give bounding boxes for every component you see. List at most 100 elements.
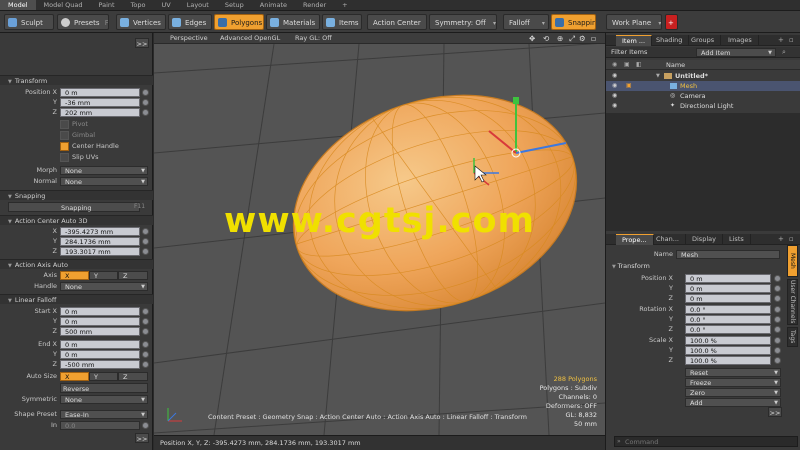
presets-button[interactable]: Presets F6 <box>57 14 109 30</box>
list-item[interactable]: ◉ ▼ Untitled* <box>606 71 800 81</box>
panel-menu-icon[interactable]: ▫ <box>789 35 794 46</box>
tab-images[interactable]: Images <box>722 35 759 46</box>
list-item[interactable]: ◉ ✦ Directional Light <box>606 101 800 111</box>
tab-layout[interactable]: Layout <box>179 0 217 10</box>
position-y-knob[interactable] <box>142 99 149 106</box>
axis-x-button[interactable]: X <box>60 271 89 280</box>
item-rotation-y-field[interactable]: 0.0 ° <box>685 315 771 324</box>
tab-uv[interactable]: UV <box>154 0 179 10</box>
scale-x-knob[interactable] <box>774 337 781 344</box>
work-plane-dropdown[interactable]: Work Plane ▾ <box>606 14 662 30</box>
tab-display[interactable]: Display <box>686 234 723 245</box>
tab-animate[interactable]: Animate <box>252 0 295 10</box>
add-layout-button[interactable]: + <box>665 14 678 30</box>
ray-gl-toggle[interactable]: Ray GL: Off <box>295 33 332 44</box>
transform-section-header[interactable]: ▼ Transform <box>612 262 650 270</box>
list-item[interactable]: ◉ ◎ Camera <box>606 91 800 101</box>
visibility-eye-icon[interactable]: ◉ <box>612 92 620 100</box>
visibility-eye-icon[interactable]: ◉ <box>612 102 620 110</box>
sculpt-button[interactable]: Sculpt <box>4 14 54 30</box>
tab-shading[interactable]: Shading <box>650 35 690 46</box>
end-z-field[interactable]: -500 mm <box>60 360 140 369</box>
end-y-knob[interactable] <box>142 351 149 358</box>
auto-size-x-button[interactable]: X <box>60 372 89 381</box>
item-scale-z-field[interactable]: 100.0 % <box>685 356 771 365</box>
symmetry-dropdown[interactable]: Symmetry: Off ▾ <box>429 14 497 30</box>
end-x-knob[interactable] <box>142 341 149 348</box>
symmetric-select[interactable]: None ▼ <box>60 395 148 404</box>
visibility-column-icon[interactable]: ◉ <box>612 61 617 68</box>
polygons-button[interactable]: Polygons <box>214 14 264 30</box>
tab-lists[interactable]: Lists <box>723 234 751 245</box>
ac-x-knob[interactable] <box>142 228 149 235</box>
in-knob[interactable] <box>142 422 149 429</box>
move-view-icon[interactable]: ✥ <box>529 33 535 44</box>
linear-falloff-section-header[interactable]: ▼ Linear Falloff <box>0 294 153 304</box>
rotate-view-icon[interactable]: ⟲ <box>543 33 549 44</box>
snapping-button[interactable]: Snapping <box>551 14 596 30</box>
tab-render[interactable]: Render <box>295 0 334 10</box>
add-tab-button[interactable]: + <box>334 0 355 10</box>
tab-add-icon[interactable]: + <box>778 35 784 46</box>
gizmo-y-handle[interactable] <box>513 97 519 104</box>
position-z-knob[interactable] <box>142 109 149 116</box>
start-y-field[interactable]: 0 m <box>60 317 140 326</box>
snapping-toggle-button[interactable]: Snapping <box>8 202 140 212</box>
panel-menu-icon[interactable]: ▫ <box>789 234 794 245</box>
end-y-field[interactable]: 0 m <box>60 350 140 359</box>
add-menu[interactable]: Add ▼ <box>685 398 781 407</box>
edges-button[interactable]: Edges <box>168 14 212 30</box>
gear-icon[interactable]: ⚙ <box>579 33 586 44</box>
item-position-x-field[interactable]: 0 m <box>685 274 771 283</box>
start-z-field[interactable]: 500 mm <box>60 327 140 336</box>
end-x-field[interactable]: 0 m <box>60 340 140 349</box>
start-x-field[interactable]: 0 m <box>60 307 140 316</box>
filter-items-label[interactable]: Filter Items <box>611 47 647 58</box>
command-input[interactable] <box>625 437 795 446</box>
tab-model[interactable]: Model <box>0 0 36 10</box>
lock-column-icon[interactable]: ▣ <box>624 61 630 68</box>
auto-size-y-button[interactable]: Y <box>89 372 118 381</box>
bottom-expand-button[interactable]: >> <box>135 433 149 443</box>
lock-icon[interactable]: ▣ <box>626 81 632 91</box>
collapse-triangle-icon[interactable]: ▼ <box>656 71 660 81</box>
side-tab-mesh[interactable]: Mesh <box>787 245 798 277</box>
properties-expand-button[interactable]: >> <box>768 407 782 417</box>
pos-z-knob[interactable] <box>774 295 781 302</box>
falloff-dropdown[interactable]: Falloff ▾ <box>503 14 549 30</box>
item-name-field[interactable]: Mesh <box>676 250 780 259</box>
rot-z-knob[interactable] <box>774 326 781 333</box>
add-item-dropdown[interactable]: Add Item ▼ <box>696 48 776 57</box>
search-icon[interactable]: ⌕ <box>782 47 786 58</box>
gimbal-checkbox[interactable] <box>60 131 69 140</box>
list-item[interactable]: ◉ ▣ Mesh <box>606 81 800 91</box>
normal-select[interactable]: None ▼ <box>60 177 148 186</box>
side-tab-user-channels[interactable]: User Channels <box>787 279 798 325</box>
in-field[interactable]: 0.0 <box>60 421 140 430</box>
position-z-field[interactable]: 202 mm <box>60 108 140 117</box>
maximize-icon[interactable]: ▫ <box>591 33 596 44</box>
tab-item-list[interactable]: Item ... <box>616 35 653 46</box>
ac-y-knob[interactable] <box>142 238 149 245</box>
zero-menu[interactable]: Zero ▼ <box>685 388 781 397</box>
item-rotation-x-field[interactable]: 0.0 ° <box>685 305 771 314</box>
fit-view-icon[interactable]: ⤢ <box>569 33 575 44</box>
visibility-eye-icon[interactable]: ◉ <box>612 72 620 80</box>
start-y-knob[interactable] <box>142 318 149 325</box>
tab-channels[interactable]: Chan... <box>650 234 686 245</box>
name-column-header[interactable]: Name <box>666 60 685 70</box>
type-column-icon[interactable]: ◧ <box>636 61 642 68</box>
item-position-y-field[interactable]: 0 m <box>685 284 771 293</box>
ac-z-field[interactable]: 193.3017 mm <box>60 247 140 256</box>
rot-y-knob[interactable] <box>774 316 781 323</box>
reset-menu[interactable]: Reset ▼ <box>685 368 781 377</box>
view-type-menu[interactable]: Perspective <box>170 33 208 44</box>
3d-viewport[interactable]: Perspective Advanced OpenGL Ray GL: Off … <box>154 33 605 435</box>
tab-setup[interactable]: Setup <box>217 0 252 10</box>
tab-paint[interactable]: Paint <box>90 0 122 10</box>
reverse-button[interactable]: Reverse <box>60 383 148 393</box>
expand-button[interactable]: >> <box>135 38 149 48</box>
ac-y-field[interactable]: 284.1736 mm <box>60 237 140 246</box>
zoom-view-icon[interactable]: ⊕ <box>557 33 563 44</box>
action-center-dropdown[interactable]: Action Center ▾ <box>367 14 427 30</box>
